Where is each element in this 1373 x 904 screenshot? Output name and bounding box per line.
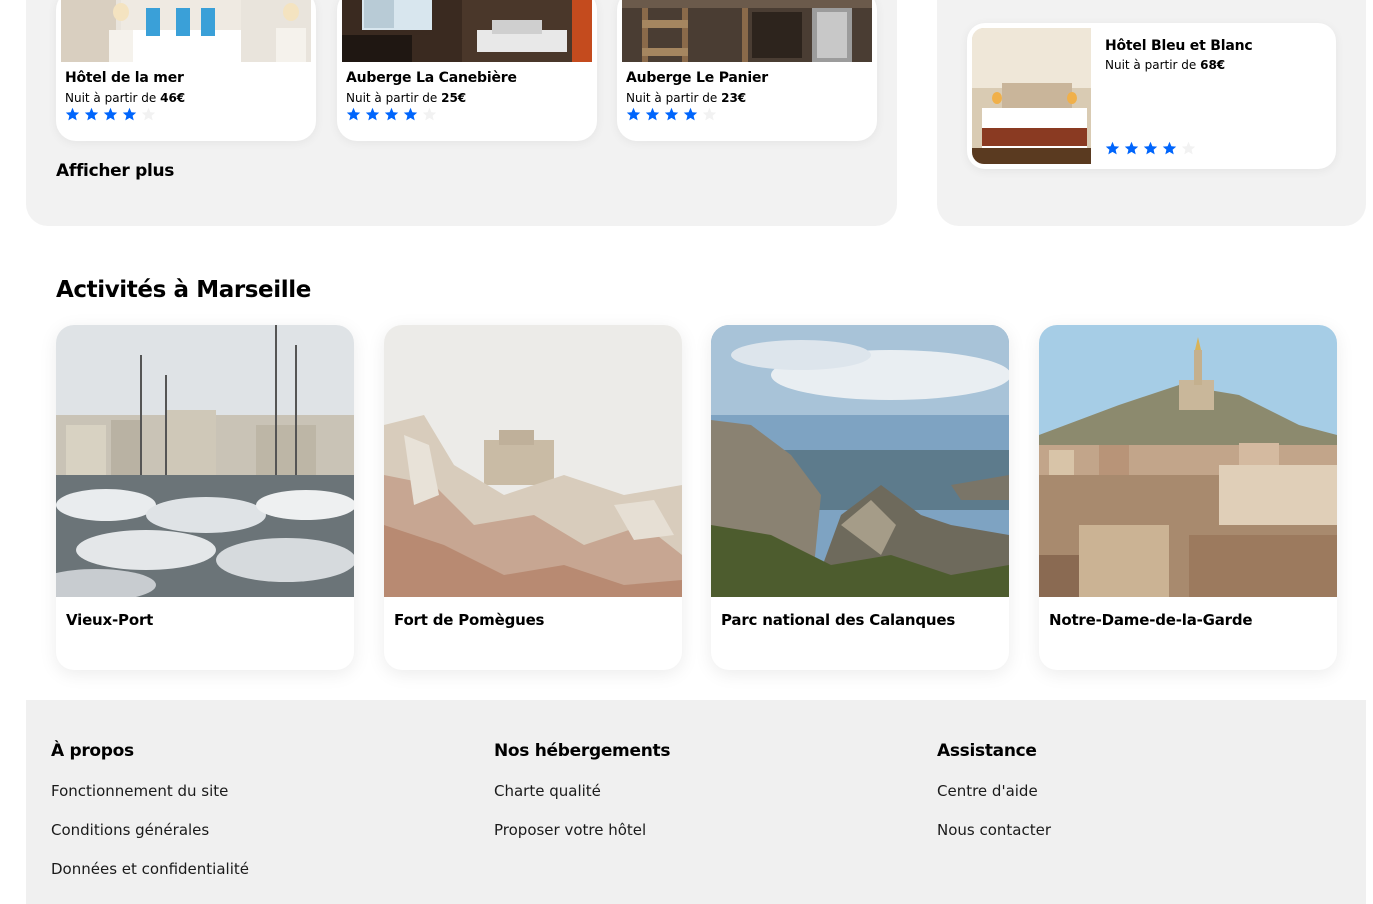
hotel-price: Nuit à partir de 46€ <box>65 91 186 105</box>
footer-heading: À propos <box>51 741 134 761</box>
hotel-name: Hôtel de la mer <box>65 70 184 86</box>
footer-column-about: À propos Fonctionnement du site Conditio… <box>51 741 249 899</box>
activity-card[interactable]: Fort de Pomègues <box>384 325 682 670</box>
star-filled-icon <box>365 107 380 121</box>
hotel-photo <box>342 0 592 62</box>
hotel-price: Nuit à partir de 68€ <box>1105 58 1226 72</box>
star-filled-icon <box>65 107 80 121</box>
hotel-card[interactable]: Auberge Le Panier Nuit à partir de 23€ <box>617 0 877 141</box>
hotel-price: Nuit à partir de 23€ <box>626 91 747 105</box>
activity-card[interactable]: Parc national des Calanques <box>711 325 1009 670</box>
star-filled-icon <box>1124 141 1139 155</box>
star-filled-icon <box>346 107 361 121</box>
footer-heading: Assistance <box>937 741 1037 761</box>
star-filled-icon <box>626 107 641 121</box>
star-filled-icon <box>664 107 679 121</box>
activities-section-title: Activités à Marseille <box>56 277 311 303</box>
rating-stars <box>1105 141 1196 156</box>
hotel-card[interactable]: Hôtel Bleu et Blanc Nuit à partir de 68€ <box>967 23 1336 169</box>
star-filled-icon <box>122 107 137 121</box>
star-filled-icon <box>384 107 399 121</box>
activity-card[interactable]: Notre-Dame-de-la-Garde <box>1039 325 1337 670</box>
activity-label: Fort de Pomègues <box>394 611 545 629</box>
show-more-button[interactable]: Afficher plus <box>56 161 174 181</box>
star-filled-icon <box>1105 141 1120 155</box>
footer-link-propose-hotel[interactable]: Proposer votre hôtel <box>494 821 670 840</box>
harbor-boats-photo <box>56 325 354 597</box>
hotel-price: Nuit à partir de 25€ <box>346 91 467 105</box>
footer-column-support: Assistance Centre d'aide Nous contacter <box>937 741 1051 860</box>
star-filled-icon <box>84 107 99 121</box>
footer-link-privacy[interactable]: Données et confidentialité <box>51 860 249 879</box>
footer-heading: Nos hébergements <box>494 741 671 761</box>
hotel-card[interactable]: Auberge La Canebière Nuit à partir de 25… <box>337 0 597 141</box>
hotel-card[interactable]: Hôtel de la mer Nuit à partir de 46€ <box>56 0 316 141</box>
star-filled-icon <box>645 107 660 121</box>
hotel-name: Auberge Le Panier <box>626 70 769 86</box>
city-hill-basilica-photo <box>1039 325 1337 597</box>
rating-stars <box>346 107 437 122</box>
footer-link-contact[interactable]: Nous contacter <box>937 821 1051 840</box>
rating-stars <box>626 107 717 122</box>
footer-link-help-center[interactable]: Centre d'aide <box>937 782 1051 801</box>
star-empty-icon <box>422 107 437 121</box>
hotel-photo <box>61 0 311 62</box>
rocky-fort-photo <box>384 325 682 597</box>
cliffs-sea-photo <box>711 325 1009 597</box>
activity-label: Parc national des Calanques <box>721 611 956 629</box>
star-empty-icon <box>1181 141 1196 155</box>
footer-link-terms[interactable]: Conditions générales <box>51 821 249 840</box>
rating-stars <box>65 107 156 122</box>
star-filled-icon <box>403 107 418 121</box>
hotel-photo <box>972 28 1091 164</box>
activity-label: Notre-Dame-de-la-Garde <box>1049 611 1253 629</box>
hotel-photo <box>622 0 872 62</box>
footer-link-how-it-works[interactable]: Fonctionnement du site <box>51 782 249 801</box>
star-filled-icon <box>103 107 118 121</box>
activity-card[interactable]: Vieux-Port <box>56 325 354 670</box>
star-empty-icon <box>141 107 156 121</box>
footer-column-accommodations: Nos hébergements Charte qualité Proposer… <box>494 741 670 860</box>
hotel-name: Auberge La Canebière <box>346 70 517 86</box>
star-filled-icon <box>1162 141 1177 155</box>
star-filled-icon <box>1143 141 1158 155</box>
footer-link-quality-charter[interactable]: Charte qualité <box>494 782 670 801</box>
site-footer: À propos Fonctionnement du site Conditio… <box>26 700 1366 904</box>
star-empty-icon <box>702 107 717 121</box>
hotel-name: Hôtel Bleu et Blanc <box>1105 38 1253 54</box>
star-filled-icon <box>683 107 698 121</box>
activity-label: Vieux-Port <box>66 611 154 629</box>
